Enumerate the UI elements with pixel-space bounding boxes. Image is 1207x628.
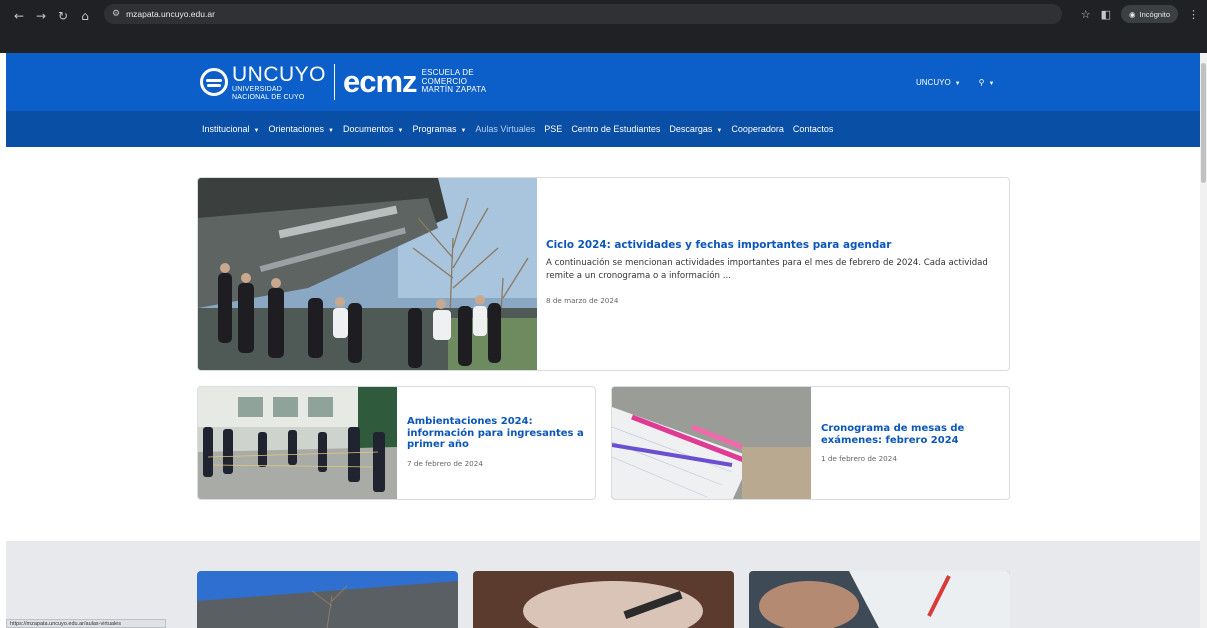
uncuyo-wordmark: UNCUYO	[232, 62, 327, 86]
post-card-ambientaciones[interactable]: Ambientaciones 2024: información para in…	[197, 386, 596, 500]
nav-item-pse[interactable]: PSE	[544, 124, 562, 134]
main-navigation: Institucional ▼ Orientaciones ▼ Documentos ▼ P…	[6, 111, 1200, 147]
chevron-down-icon: ▼	[460, 128, 467, 134]
ecmz-wordmark: ecmz	[343, 64, 418, 99]
incognito-icon: ◉	[1129, 9, 1136, 19]
uncuyo-dropdown[interactable]: UNCUYO ▼	[916, 78, 961, 87]
scrollbar-thumb[interactable]	[1201, 63, 1206, 183]
nav-item-label: PSE	[544, 124, 563, 134]
uncuyo-dropdown-label: UNCUYO	[916, 78, 951, 87]
nav-item-label: Orientaciones	[268, 124, 325, 134]
escuela-line-3: MARTÍN ZAPATA	[421, 85, 487, 95]
chevron-down-icon: ▼	[716, 128, 723, 134]
incognito-badge[interactable]: ◉ Incógnito	[1121, 5, 1178, 23]
nav-item-descargas[interactable]: Descargas ▼	[669, 124, 722, 134]
post-card-date: 1 de febrero de 2024	[821, 454, 897, 463]
bottom-card-image-1[interactable]	[197, 571, 458, 628]
post-card-cronograma[interactable]: Cronograma de mesas de exámenes: febrero…	[611, 386, 1010, 500]
featured-post-card[interactable]: Ciclo 2024: actividades y fechas importa…	[197, 177, 1010, 371]
uncuyo-sub-2: NACIONAL DE CUYO	[232, 93, 305, 101]
featured-post-title[interactable]: Ciclo 2024: actividades y fechas importa…	[546, 239, 1006, 251]
site-header: UNCUYO UNIVERSIDAD NACIONAL DE CUYO ecmz…	[6, 53, 1200, 111]
logo-divider	[334, 64, 336, 100]
featured-post-date: 8 de marzo de 2024	[546, 295, 619, 305]
nav-item-institucional[interactable]: Institucional ▼	[202, 124, 259, 134]
post-card-date: 7 de febrero de 2024	[407, 458, 483, 468]
chevron-down-icon: ▼	[328, 128, 334, 134]
nav-item-label: Aulas Virtuales	[475, 124, 536, 134]
nav-item-label: Programas	[412, 124, 457, 134]
chevron-down-icon: ▼	[253, 128, 260, 134]
site-settings-icon[interactable]: ⚙	[112, 9, 120, 19]
post-card-title[interactable]: Cronograma de mesas de exámenes: febrero…	[821, 423, 1005, 446]
forward-icon[interactable]: →	[30, 5, 52, 27]
page-scrollbar[interactable]	[1200, 53, 1207, 628]
side-panel-icon[interactable]: ◧	[1101, 8, 1111, 21]
nav-item-orientaciones[interactable]: Orientaciones ▼	[268, 124, 333, 134]
featured-post-image[interactable]	[198, 178, 537, 370]
uncuyo-sub-1: UNIVERSIDAD	[232, 85, 283, 93]
back-icon[interactable]: ←	[8, 5, 30, 27]
nav-item-label: Centro de Estudiantes	[571, 124, 661, 134]
post-card-image[interactable]	[198, 387, 397, 499]
search-icon: ⚲	[978, 78, 985, 87]
uncuyo-emblem-icon	[200, 68, 228, 96]
nav-item-label: Cooperadora	[731, 124, 784, 134]
featured-post-excerpt: A continuación se mencionan actividades …	[546, 258, 988, 282]
incognito-label: Incógnito	[1139, 9, 1170, 19]
site-logo[interactable]: UNCUYO UNIVERSIDAD NACIONAL DE CUYO ecmz…	[200, 61, 486, 103]
menu-kebab-icon[interactable]: ⋮	[1188, 8, 1199, 21]
post-card-image[interactable]	[612, 387, 811, 499]
link-status-tooltip: https://mzapata.uncuyo.edu.ar/aulas-virt…	[6, 619, 166, 628]
nav-item-programas[interactable]: Programas ▼	[412, 124, 466, 134]
home-icon[interactable]: ⌂	[74, 5, 96, 27]
bottom-card-image-2[interactable]	[473, 571, 734, 628]
nav-item-documentos[interactable]: Documentos ▼	[343, 124, 403, 134]
nav-item-label: Documentos	[342, 124, 394, 134]
nav-item-centro-de-estudiantes[interactable]: Centro de Estudiantes	[571, 124, 660, 134]
chevron-down-icon: ▼	[397, 128, 404, 134]
post-card-title[interactable]: Ambientaciones 2024: información para in…	[407, 416, 591, 451]
address-bar[interactable]: ⚙ mzapata.uncuyo.edu.ar	[104, 4, 1062, 24]
chevron-down-icon: ▼	[988, 81, 995, 87]
nav-item-label: Contactos	[792, 124, 834, 134]
nav-item-aulas-virtuales[interactable]: Aulas Virtuales	[475, 124, 535, 134]
bookmark-star-icon[interactable]: ☆	[1081, 8, 1091, 21]
search-dropdown[interactable]: ⚲ ▼	[979, 78, 995, 87]
nav-item-label: Descargas	[669, 124, 713, 134]
bottom-card-image-3[interactable]	[749, 571, 1010, 628]
url-text: mzapata.uncuyo.edu.ar	[126, 9, 215, 19]
nav-item-label: Institucional	[202, 124, 250, 134]
reload-icon[interactable]: ↻	[52, 5, 74, 27]
chevron-down-icon: ▼	[954, 81, 961, 87]
browser-chrome: ← → ↻ ⌂ ⚙ mzapata.uncuyo.edu.ar ☆ ◧ ◉ In…	[0, 0, 1207, 53]
nav-item-contactos[interactable]: Contactos	[793, 124, 834, 134]
nav-item-cooperadora[interactable]: Cooperadora	[731, 124, 784, 134]
